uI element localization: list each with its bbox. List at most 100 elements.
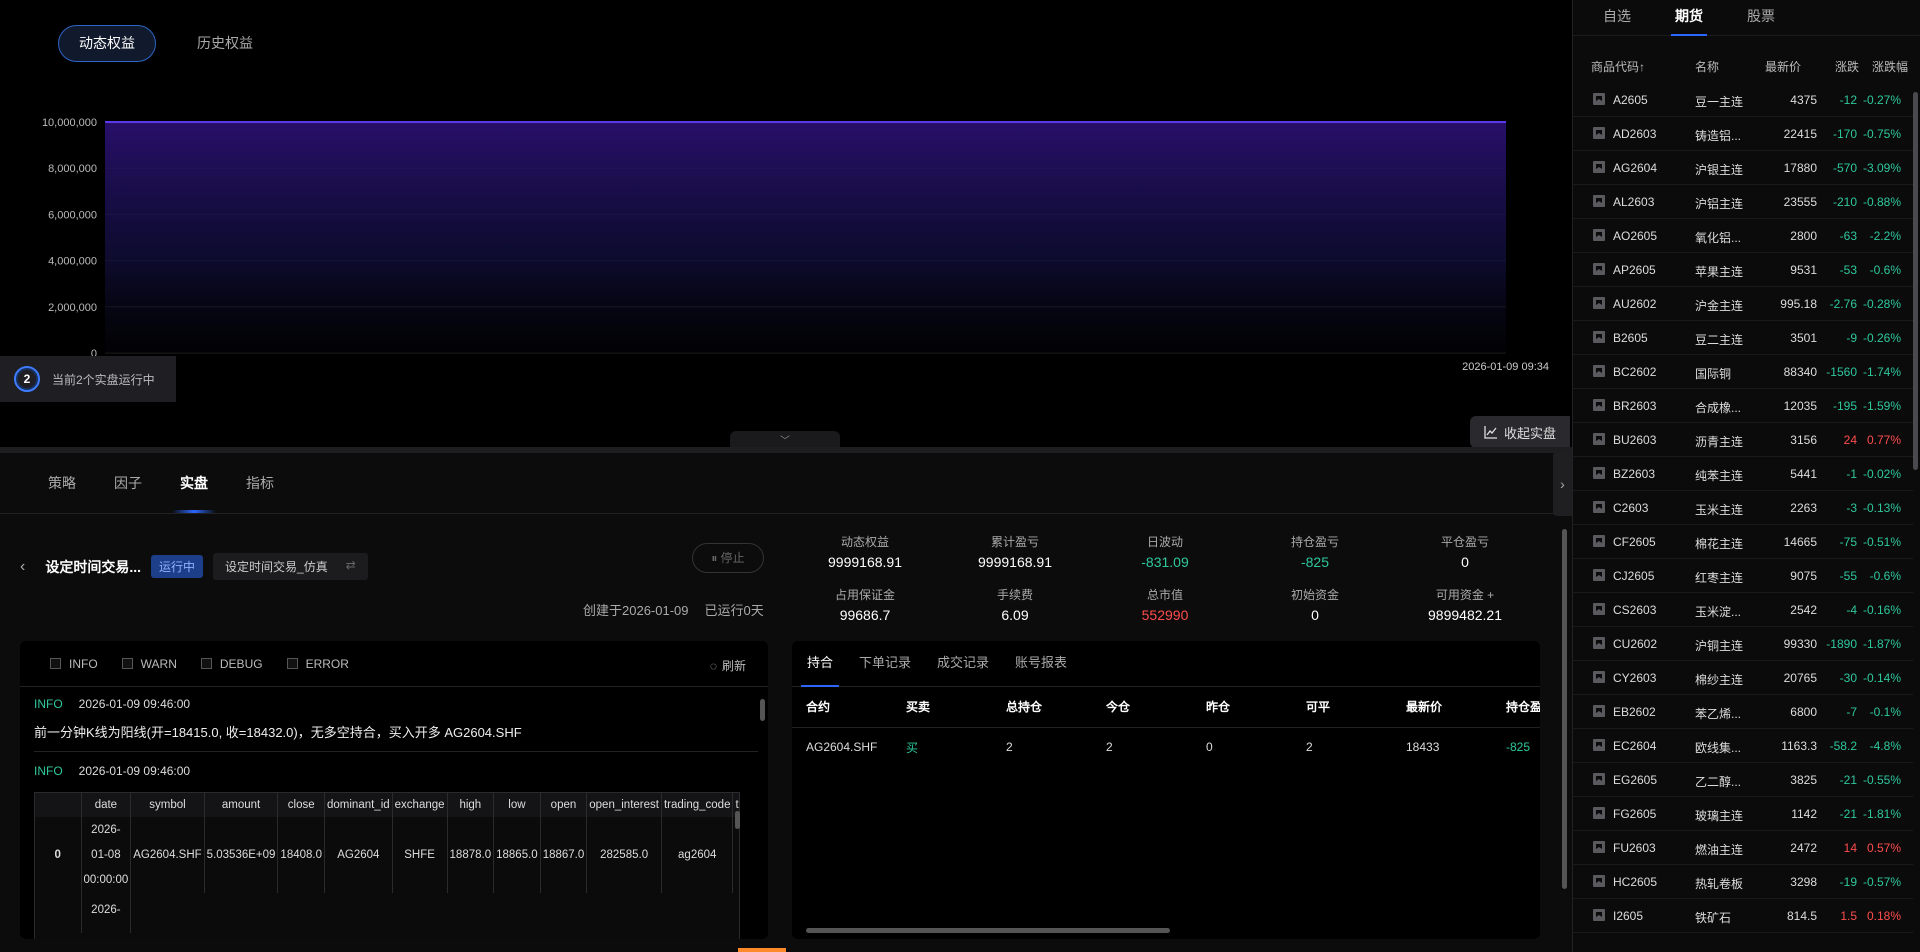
favorite-icon[interactable] bbox=[1593, 637, 1605, 649]
positions-cell: 2 bbox=[1306, 740, 1313, 755]
refresh-button[interactable]: ◌ 刷新 bbox=[710, 657, 746, 674]
favorite-icon[interactable] bbox=[1593, 433, 1605, 445]
favorite-icon[interactable] bbox=[1593, 467, 1605, 479]
filter-warn[interactable]: WARN bbox=[121, 657, 177, 671]
watchlist-scrollbar[interactable] bbox=[1913, 92, 1918, 470]
list-item[interactable]: AU2602 沪金主连 995.18 -2.76 -0.28% bbox=[1573, 287, 1913, 321]
positions-col-header: 可平 bbox=[1292, 687, 1392, 728]
list-item[interactable]: A2605 豆一主连 4375 -12 -0.27% bbox=[1573, 83, 1913, 117]
col-name[interactable]: 名称 bbox=[1695, 58, 1719, 75]
favorite-icon[interactable] bbox=[1593, 841, 1605, 853]
col-code[interactable]: 商品代码↑ bbox=[1591, 58, 1645, 75]
list-item[interactable]: BU2603 沥青主连 3156 24 0.77% bbox=[1573, 423, 1913, 457]
list-item[interactable]: I2605 铁矿石 814.5 1.5 0.18% bbox=[1573, 899, 1913, 933]
list-item[interactable]: FU2603 燃油主连 2472 14 0.57% bbox=[1573, 831, 1913, 865]
col-change[interactable]: 涨跌 bbox=[1835, 58, 1859, 75]
df-header-cell bbox=[35, 793, 82, 817]
favorite-icon[interactable] bbox=[1593, 161, 1605, 173]
df-cell: AG2604.SHF bbox=[130, 817, 205, 893]
watch-cell: I2605 bbox=[1613, 909, 1644, 923]
list-item[interactable]: AL2603 沪铝主连 23555 -210 -0.88% bbox=[1573, 185, 1913, 219]
panel-scrollbar[interactable] bbox=[1562, 529, 1567, 889]
stop-button[interactable]: ⏸ 停止 bbox=[692, 543, 764, 573]
favorite-icon[interactable] bbox=[1593, 195, 1605, 207]
stat-value: 0 bbox=[1311, 607, 1319, 623]
watch-cell: EB2602 bbox=[1613, 705, 1656, 719]
df-scrollbar[interactable] bbox=[735, 811, 740, 829]
table-row[interactable]: AG2604.SHF 买 2 2 0 2 18433 -825 bbox=[792, 727, 1540, 767]
favorite-icon[interactable] bbox=[1593, 705, 1605, 717]
expand-sidebar-toggle[interactable]: › bbox=[1553, 452, 1572, 516]
watch-cell: 20765 bbox=[1783, 671, 1817, 685]
tab-account-report[interactable]: 账号报表 bbox=[1015, 641, 1067, 687]
favorite-icon[interactable] bbox=[1593, 127, 1605, 139]
favorite-icon[interactable] bbox=[1593, 603, 1605, 615]
list-item[interactable]: CJ2605 红枣主连 9075 -55 -0.6% bbox=[1573, 559, 1913, 593]
list-item[interactable]: CU2602 沪铜主连 99330 -1890 -1.87% bbox=[1573, 627, 1913, 661]
stat-label: 手续费 bbox=[996, 588, 1033, 602]
tab-orders[interactable]: 下单记录 bbox=[859, 641, 911, 687]
watch-cell: 814.5 bbox=[1786, 909, 1817, 923]
favorite-icon[interactable] bbox=[1593, 93, 1605, 105]
favorite-icon[interactable] bbox=[1593, 229, 1605, 241]
favorite-icon[interactable] bbox=[1593, 773, 1605, 785]
list-item[interactable]: AP2605 苹果主连 9531 -53 -0.6% bbox=[1573, 253, 1913, 287]
watch-cell: 红枣主连 bbox=[1695, 571, 1744, 585]
favorite-icon[interactable] bbox=[1593, 569, 1605, 581]
list-item[interactable]: AO2605 氧化铝... 2800 -63 -2.2% bbox=[1573, 219, 1913, 253]
tab-indicator[interactable]: 指标 bbox=[246, 453, 274, 513]
list-item[interactable]: BR2603 合成橡... 12035 -195 -1.59% bbox=[1573, 389, 1913, 423]
col-change-pct[interactable]: 涨跌幅 bbox=[1872, 58, 1908, 75]
list-item[interactable]: AG2604 沪银主连 17880 -570 -3.09% bbox=[1573, 151, 1913, 185]
tab-positions[interactable]: 持合 bbox=[800, 641, 840, 687]
tab-favorites[interactable]: 自选 bbox=[1603, 0, 1631, 36]
list-item[interactable]: CS2603 玉米淀... 2542 -4 -0.16% bbox=[1573, 593, 1913, 627]
favorite-icon[interactable] bbox=[1593, 399, 1605, 411]
favorite-icon[interactable] bbox=[1593, 331, 1605, 343]
list-item[interactable]: EG2605 乙二醇... 3825 -21 -0.55% bbox=[1573, 763, 1913, 797]
list-item[interactable]: CY2603 棉纱主连 20765 -30 -0.14% bbox=[1573, 661, 1913, 695]
tab-futures[interactable]: 期货 bbox=[1671, 0, 1707, 36]
tab-strategy[interactable]: 策略 bbox=[48, 453, 76, 513]
filter-debug[interactable]: DEBUG bbox=[200, 657, 263, 671]
filter-info[interactable]: INFO bbox=[50, 657, 98, 671]
list-item[interactable]: EB2602 苯乙烯... 6800 -7 -0.1% bbox=[1573, 695, 1913, 729]
env-selector[interactable]: 设定时间交易_仿真 ⇄ bbox=[213, 553, 368, 580]
tab-trades[interactable]: 成交记录 bbox=[937, 641, 989, 687]
list-item[interactable]: FG2605 玻璃主连 1142 -21 -1.81% bbox=[1573, 797, 1913, 831]
tab-dynamic-equity[interactable]: 动态权益 bbox=[58, 25, 156, 62]
favorite-icon[interactable] bbox=[1593, 297, 1605, 309]
log-scrollbar[interactable] bbox=[760, 699, 765, 721]
tab-factor[interactable]: 因子 bbox=[114, 453, 142, 513]
list-item[interactable]: BC2602 国际铜 88340 -1560 -1.74% bbox=[1573, 355, 1913, 389]
list-item[interactable]: CF2605 棉花主连 14665 -75 -0.51% bbox=[1573, 525, 1913, 559]
favorite-icon[interactable] bbox=[1593, 535, 1605, 547]
favorite-icon[interactable] bbox=[1593, 739, 1605, 751]
favorite-icon[interactable] bbox=[1593, 807, 1605, 819]
favorite-icon[interactable] bbox=[1593, 909, 1605, 921]
positions-hscrollbar[interactable] bbox=[806, 928, 1170, 933]
back-chevron-icon[interactable]: ‹ bbox=[20, 558, 25, 576]
tab-stocks[interactable]: 股票 bbox=[1747, 0, 1775, 36]
list-item[interactable]: BZ2603 纯苯主连 5441 -1 -0.02% bbox=[1573, 457, 1913, 491]
watch-cell: -0.55% bbox=[1862, 773, 1901, 787]
watch-cell: 88340 bbox=[1783, 365, 1817, 379]
fold-live-button[interactable]: 收起实盘 bbox=[1470, 416, 1570, 448]
list-item[interactable]: HC2605 热轧卷板 3298 -19 -0.57% bbox=[1573, 865, 1913, 899]
favorite-icon[interactable] bbox=[1593, 875, 1605, 887]
running-banner[interactable]: 2 当前2个实盘运行中 bbox=[0, 356, 176, 402]
list-item[interactable]: AD2603 铸造铝... 22415 -170 -0.75% bbox=[1573, 117, 1913, 151]
filter-error[interactable]: ERROR bbox=[286, 657, 349, 671]
watch-cell: CS2603 bbox=[1613, 603, 1657, 617]
tab-live[interactable]: 实盘 bbox=[172, 453, 216, 513]
favorite-icon[interactable] bbox=[1593, 263, 1605, 275]
favorite-icon[interactable] bbox=[1593, 671, 1605, 683]
list-item[interactable]: C2603 玉米主连 2263 -3 -0.13% bbox=[1573, 491, 1913, 525]
collapse-chart-handle[interactable]: ﹀ bbox=[730, 431, 840, 447]
col-price[interactable]: 最新价 bbox=[1765, 58, 1801, 75]
favorite-icon[interactable] bbox=[1593, 365, 1605, 377]
list-item[interactable]: EC2604 欧线集... 1163.3 -58.2 -4.8% bbox=[1573, 729, 1913, 763]
favorite-icon[interactable] bbox=[1593, 501, 1605, 513]
list-item[interactable]: B2605 豆二主连 3501 -9 -0.26% bbox=[1573, 321, 1913, 355]
tab-history-equity[interactable]: 历史权益 bbox=[176, 25, 274, 62]
